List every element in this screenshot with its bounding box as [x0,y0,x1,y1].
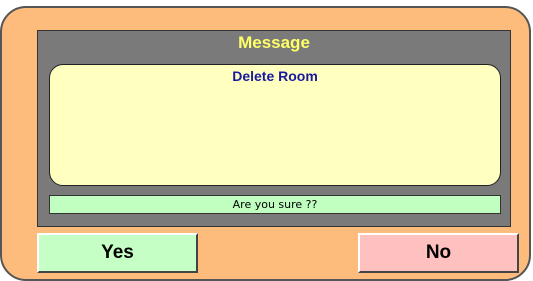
yes-button[interactable]: Yes [37,233,198,273]
no-button[interactable]: No [358,233,519,273]
confirm-prompt: Are you sure ?? [49,195,501,214]
dialog-title: Message [238,33,310,52]
message-heading: Delete Room [232,68,318,84]
message-panel: Message Delete Room Are you sure ?? [37,30,511,227]
message-box: Delete Room [49,64,501,186]
message-dialog: Message Delete Room Are you sure ?? Yes … [0,6,531,281]
